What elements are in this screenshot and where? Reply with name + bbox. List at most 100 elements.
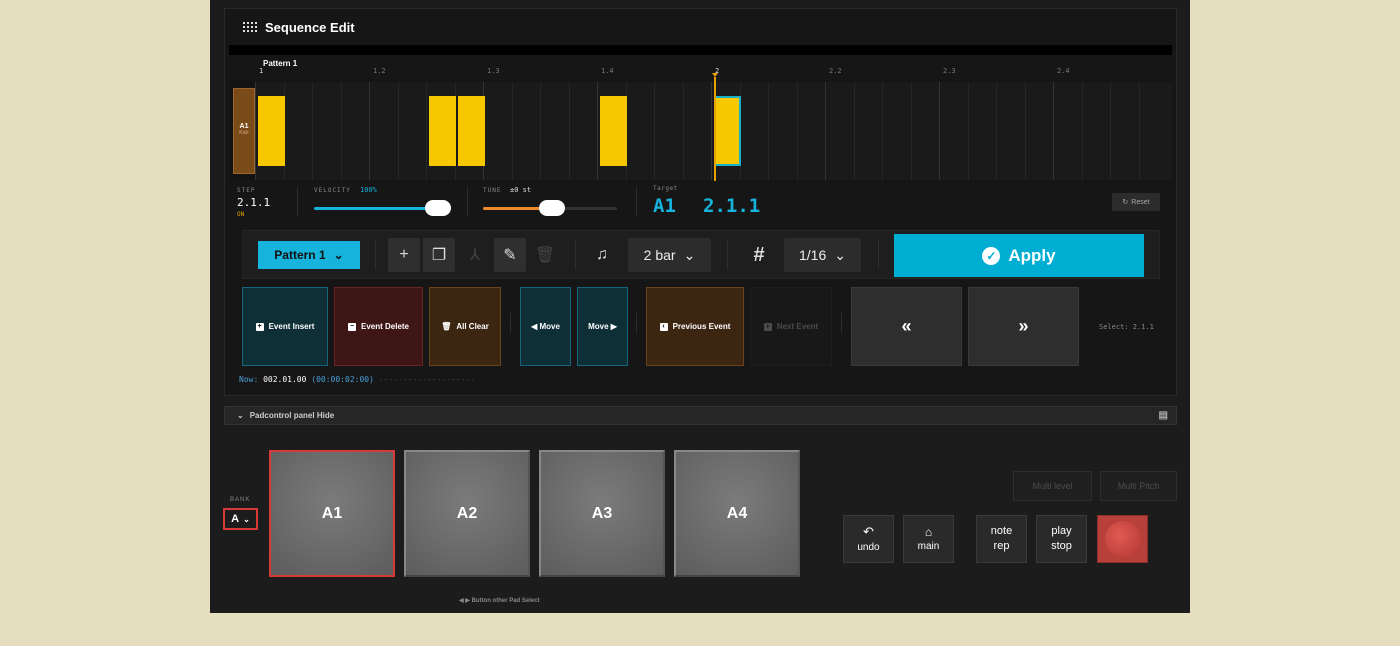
quantize-select[interactable]: 1/16 ⌄ <box>784 238 861 272</box>
chevron-down-icon: ⌄ <box>834 246 846 263</box>
copy-button[interactable]: ❐ <box>423 238 455 272</box>
ruler[interactable]: Pattern 1 1 1.2 1.3 1.4 2 2.2 2.3 2.4 <box>229 55 1172 81</box>
record-button[interactable] <box>1097 515 1148 563</box>
velocity-slider-thumb[interactable] <box>425 200 451 216</box>
move-right-label: Move ▶ <box>588 322 617 331</box>
device-frame: Sequence Edit Pattern 1 1 1.2 1.3 1.4 2 … <box>210 0 1190 613</box>
layout-icon[interactable]: ▤ <box>1159 410 1168 421</box>
grid-line <box>340 82 342 180</box>
pad-a1[interactable]: A1 <box>269 450 395 577</box>
velocity-label: VELOCITY <box>314 187 351 194</box>
hash-icon: # <box>753 243 765 266</box>
grid-line <box>255 82 256 180</box>
event-insert-button[interactable]: + Event Insert <box>242 287 328 366</box>
all-clear-button[interactable]: 🗑 All Clear <box>429 287 501 366</box>
reset-button[interactable]: ↻ Reset <box>1112 193 1160 211</box>
delete-button[interactable]: 🗑 <box>529 238 561 272</box>
tune-label: TUNE <box>483 187 502 194</box>
previous-event-button[interactable]: ‹ Previous Event <box>646 287 744 366</box>
check-icon: ✓ <box>982 246 1001 265</box>
grid-icon <box>243 22 257 32</box>
separator <box>510 313 511 333</box>
grid-line <box>312 82 313 180</box>
multi-level-label: Multi level <box>1032 481 1073 491</box>
chevron-down-icon: ⌄ <box>333 248 344 262</box>
grid-line <box>426 82 427 180</box>
now-status: Now: 002.01.00 (00:00:02:00) -----------… <box>239 375 475 384</box>
move-right-button[interactable]: Move ▶ <box>577 287 628 366</box>
grid-line <box>1138 82 1140 180</box>
separator <box>467 187 468 217</box>
chevron-down-icon: ⌄ <box>683 246 696 263</box>
pad-select-hint: ◀ ▶ Button other Pad Select <box>459 598 540 604</box>
pad-a4[interactable]: A4 <box>674 450 800 577</box>
grid-line <box>996 82 997 180</box>
event-delete-label: Event Delete <box>360 322 410 331</box>
pad-a3[interactable]: A3 <box>539 450 665 577</box>
step-block[interactable] <box>258 96 285 166</box>
tick-label: 1.3 <box>487 67 500 75</box>
event-insert-label: Event Insert <box>268 322 315 331</box>
apply-button[interactable]: ✓ Apply <box>894 234 1144 277</box>
reset-icon: ↻ <box>1122 199 1129 206</box>
step-block[interactable] <box>458 96 485 166</box>
copy-icon: ❐ <box>431 247 447 264</box>
note-repeat-button[interactable]: note rep <box>976 515 1027 563</box>
divider-bar <box>229 45 1172 55</box>
play-label-1: play <box>1051 525 1072 538</box>
split-button[interactable]: ⅄ <box>459 238 491 272</box>
step-label: STEP <box>237 187 256 194</box>
edit-button[interactable]: ✎ <box>494 238 526 272</box>
minus-icon: − <box>347 322 356 331</box>
chevron-down-icon: ⌄ <box>237 411 244 420</box>
separator <box>636 187 637 217</box>
step-block[interactable] <box>600 96 627 166</box>
next-event-label: Next Event <box>776 322 819 331</box>
bank-select[interactable]: A ⌄ <box>223 508 258 530</box>
pad-a2[interactable]: A2 <box>404 450 530 577</box>
track-instrument: Kick <box>239 130 249 136</box>
undo-icon: ↶ <box>863 524 874 540</box>
forward-icon: » <box>1018 316 1029 336</box>
step-block-selected[interactable] <box>714 96 741 166</box>
play-stop-button[interactable]: play stop <box>1036 515 1087 563</box>
multi-level-button[interactable]: Multi level <box>1013 471 1092 501</box>
target-position: 2.1.1 <box>703 195 761 217</box>
event-delete-button[interactable]: − Event Delete <box>334 287 423 366</box>
pattern-select[interactable]: Pattern 1 ⌄ <box>258 241 360 269</box>
separator <box>297 187 298 217</box>
undo-button[interactable]: ↶ undo <box>843 515 894 563</box>
grid-line <box>1110 82 1111 180</box>
playhead[interactable] <box>714 77 716 181</box>
all-clear-label: All Clear <box>456 322 489 331</box>
grid-line <box>825 82 826 180</box>
previous-event-label: Previous Event <box>672 322 731 331</box>
padcontrol-toggle[interactable]: ⌄ Padcontrol panel Hide ▤ <box>224 406 1177 425</box>
separator <box>878 239 879 269</box>
grid-line <box>882 82 883 180</box>
multi-pitch-button[interactable]: Multi Pitch <box>1100 471 1177 501</box>
toolbar: Pattern 1 ⌄ + ❐ ⅄ ✎ 🗑 ♫ 2 bar ⌄ # 1/16 ⌄ <box>242 230 1160 279</box>
trash-icon: 🗑 <box>534 247 556 264</box>
next-event-button[interactable]: › Next Event <box>750 287 832 366</box>
length-select[interactable]: 2 bar ⌄ <box>628 238 711 272</box>
timeline[interactable]: Pattern 1 1 1.2 1.3 1.4 2 2.2 2.3 2.4 A1… <box>229 55 1172 181</box>
rewind-button[interactable]: « <box>851 287 962 366</box>
tick-label: 1.4 <box>601 67 614 75</box>
event-controls: + Event Insert − Event Delete 🗑 All Clea… <box>225 283 1176 373</box>
grid-line <box>967 82 969 180</box>
main-button[interactable]: ⌂ main <box>903 515 954 563</box>
step-params: STEP 2.1.1 ON VELOCITY 100% TUNE ±0 st T… <box>225 183 1176 227</box>
chevron-right-icon: › <box>763 322 772 331</box>
separator <box>575 239 576 269</box>
step-block[interactable] <box>429 96 456 166</box>
forward-button[interactable]: » <box>968 287 1079 366</box>
move-left-button[interactable]: ◀ Move <box>520 287 571 366</box>
now-position: 002.01.00 <box>263 375 307 384</box>
track-pad-a1[interactable]: A1 Kick <box>233 88 255 174</box>
grid-line <box>597 82 598 180</box>
add-button[interactable]: + <box>388 238 420 272</box>
grid-line <box>511 82 513 180</box>
separator <box>375 239 376 269</box>
tune-slider-thumb[interactable] <box>539 200 565 216</box>
